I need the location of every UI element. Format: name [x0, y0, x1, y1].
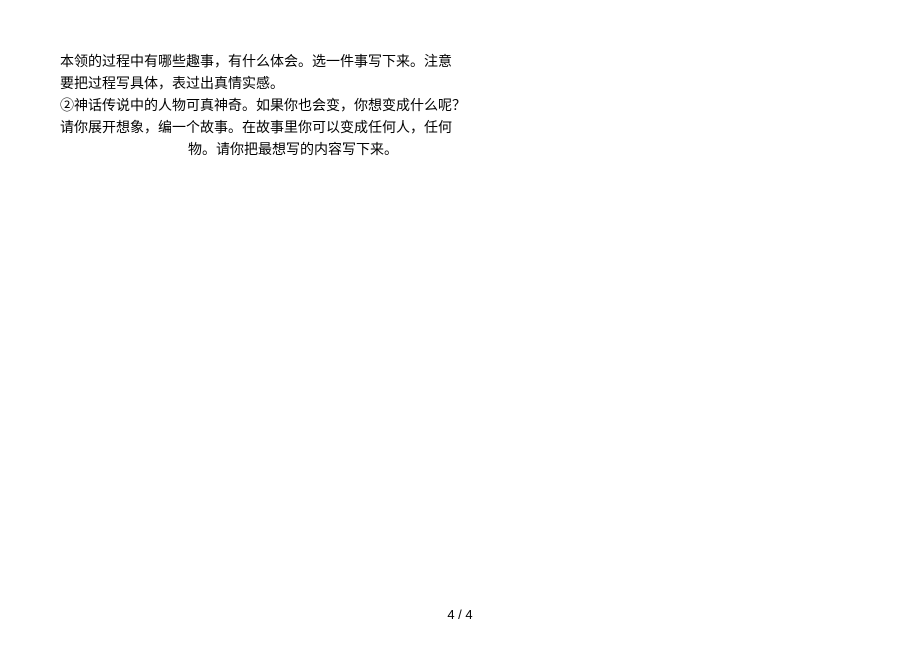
- document-content: 本领的过程中有哪些趣事，有什么体会。选一件事写下来。注意 要把过程写具体，表过出…: [60, 52, 470, 162]
- text-line: ②神话传说中的人物可真神奇。如果你也会变，你想变成什么呢？: [60, 96, 470, 118]
- text-line: 物。请你把最想写的内容写下来。: [60, 140, 470, 162]
- text-line: 本领的过程中有哪些趣事，有什么体会。选一件事写下来。注意: [60, 52, 470, 74]
- text-line: 要把过程写具体，表过出真情实感。: [60, 74, 470, 96]
- text-line: 请你展开想象，编一个故事。在故事里你可以变成任何人，任何: [60, 118, 470, 140]
- page-number: 4 / 4: [0, 607, 920, 622]
